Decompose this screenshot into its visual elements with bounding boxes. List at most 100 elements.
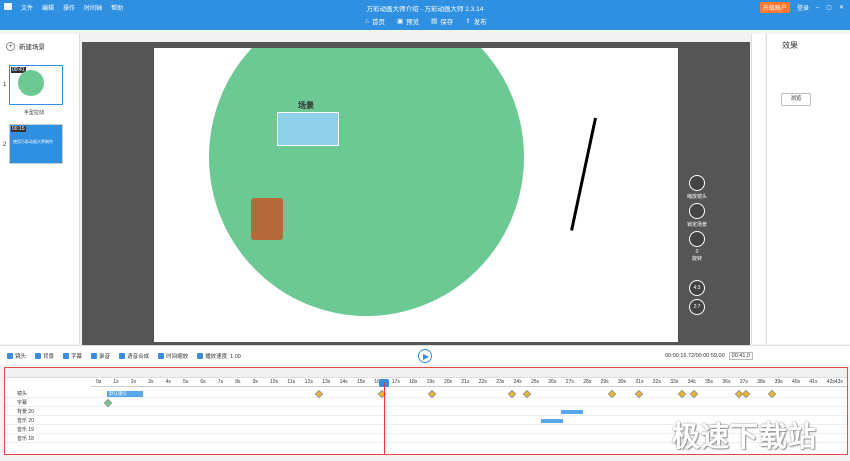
camera-clip[interactable]: 默认镜头 [107, 391, 143, 397]
ruler-tick: 26s [548, 379, 557, 385]
keyframe[interactable] [314, 389, 324, 399]
save-label: 保存 [440, 19, 454, 26]
keyframe[interactable] [767, 389, 777, 399]
scene-caption: 使用万彩动画大师制作 [13, 139, 53, 144]
track-row[interactable] [91, 398, 847, 408]
ruler-tick: 27s [565, 379, 574, 385]
upgrade-button[interactable]: 升级账户 [759, 2, 790, 13]
duration-field[interactable]: 00:41.0 [728, 352, 753, 360]
green-circle[interactable] [209, 48, 524, 316]
keyframe[interactable] [522, 389, 532, 399]
scene-image[interactable] [277, 112, 339, 146]
ruler-tick: 17s [391, 379, 400, 385]
app-title: 万彩动画大师介绍 - 万彩动画大师 2.3.14 [366, 6, 484, 13]
timeline-ruler[interactable]: 0s1s2s3s4s5s6s7s8s9s10s11s12s13s14s15s16… [91, 378, 847, 387]
ruler-tick: 11s [287, 379, 296, 385]
canvas-area[interactable]: 场景 缩放镜头 锁定场景 0 旋转 4:3 2:7 [82, 42, 750, 345]
track-name[interactable]: 音乐 18 [5, 435, 91, 443]
save-button[interactable]: ▤ 保存 [431, 16, 453, 26]
publish-button[interactable]: ⇧ 发布 [465, 16, 486, 26]
effects-title: 效果 [782, 41, 798, 50]
stage[interactable]: 场景 [154, 48, 678, 342]
ruler-tick: 2s [130, 379, 137, 385]
keyframe[interactable] [427, 389, 437, 399]
publish-icon: ⇧ [465, 18, 471, 25]
ruler-tick: 35s [705, 379, 714, 385]
character-figure[interactable] [251, 198, 283, 240]
ruler-tick: 19s [426, 379, 435, 385]
timeline-header [5, 368, 847, 378]
ruler-tick: 41s [809, 379, 818, 385]
home-label: 首页 [371, 19, 385, 26]
control-items: 镜头 背景 字幕 录音 语音合成 时间缩放 播放速度: 1.00 [7, 352, 241, 360]
playhead-line[interactable] [384, 382, 385, 454]
ruler-tick: 40s [792, 379, 801, 385]
subtitle-tool[interactable]: 字幕 [63, 352, 82, 360]
keyframe[interactable] [689, 389, 699, 399]
ruler-tick: 42s43s [826, 379, 843, 385]
close-icon[interactable]: ✕ [839, 4, 844, 11]
track-name[interactable]: 音乐 20 [5, 417, 91, 425]
play-speed-tool[interactable]: 播放速度: 1.00 [197, 352, 241, 360]
record-tool[interactable]: 录音 [91, 352, 110, 360]
track-name[interactable]: 镜头 [5, 390, 91, 398]
play-button[interactable]: ▶ [418, 349, 432, 363]
zoom-camera-icon[interactable] [689, 175, 705, 191]
ruler-tick: 25s [531, 379, 540, 385]
publish-label: 发布 [473, 19, 487, 26]
keyframe[interactable] [507, 389, 517, 399]
new-scene-label: 新建场景 [19, 44, 45, 51]
ruler-tick: 15s [357, 379, 366, 385]
browse-button[interactable]: 浏览 [781, 93, 811, 106]
minimize-icon[interactable]: – [816, 5, 819, 11]
main-toolbar: ⌂ 首页 ▣ 预览 ▤ 保存 ⇧ 发布 [365, 16, 487, 27]
track-row[interactable]: 默认镜头 [91, 389, 847, 399]
ruler-tick: 39s [774, 379, 783, 385]
audio-clip[interactable] [541, 419, 563, 423]
drawn-line[interactable] [570, 117, 597, 231]
lock-icon[interactable] [689, 203, 705, 219]
time-scale-tool[interactable]: 时间缩放 [158, 352, 188, 360]
keyframe[interactable] [607, 389, 617, 399]
ruler-tick: 37s [739, 379, 748, 385]
home-button[interactable]: ⌂ 首页 [365, 16, 385, 27]
keyframe[interactable] [677, 389, 687, 399]
right-toolbar [751, 34, 765, 344]
maximize-icon[interactable]: ▢ [826, 4, 832, 11]
tts-tool[interactable]: 语音合成 [119, 352, 149, 360]
ruler-tick: 36s [722, 379, 731, 385]
scene-label: 场景 [298, 101, 314, 110]
ruler-tick: 24s [513, 379, 522, 385]
login-button[interactable]: 登录 [797, 3, 809, 12]
ruler-tick: 18s [409, 379, 418, 385]
save-icon: ▤ [431, 18, 438, 25]
background-tool[interactable]: 背景 [35, 352, 54, 360]
new-scene-button[interactable]: + 新建场景 [6, 41, 45, 51]
preview-button[interactable]: ▣ 预览 [397, 16, 419, 26]
camera-tool[interactable]: 镜头 [7, 352, 26, 360]
ratio-43-button[interactable]: 4:3 [689, 280, 705, 296]
track-name[interactable]: 音乐 19 [5, 426, 91, 434]
keyframe[interactable] [741, 389, 751, 399]
scene-name-1: 手型拉动 [24, 110, 45, 116]
current-time: 00:00:16.72/00:00:59.00 [665, 353, 725, 359]
scene-thumbnail-2[interactable]: 00:15 使用万彩动画大师制作 [9, 124, 63, 164]
rotate-icon[interactable] [689, 231, 705, 247]
control-bar: 镜头 背景 字幕 录音 语音合成 时间缩放 播放速度: 1.00 ▶ 00:00… [0, 345, 850, 365]
zoom-camera-label: 缩放镜头 [686, 194, 707, 200]
thumb-circle [18, 70, 44, 96]
track-name[interactable]: 字幕 [5, 399, 91, 407]
properties-panel: 效果 浏览 [766, 34, 850, 344]
ruler-tick: 1s [113, 379, 119, 385]
keyframe[interactable] [103, 398, 113, 408]
ruler-tick: 14s [339, 379, 348, 385]
ruler-tick: 34s [687, 379, 696, 385]
ruler-tick: 12s [304, 379, 313, 385]
ruler-tick: 7s [217, 379, 224, 385]
scene-thumbnail-1[interactable]: 00:41 [9, 65, 63, 105]
ruler-tick: 6s [200, 379, 206, 385]
audio-clip[interactable] [561, 410, 583, 414]
ratio-27-button[interactable]: 2:7 [689, 299, 705, 315]
keyframe[interactable] [634, 389, 644, 399]
track-name[interactable]: 背景 20 [5, 408, 91, 416]
